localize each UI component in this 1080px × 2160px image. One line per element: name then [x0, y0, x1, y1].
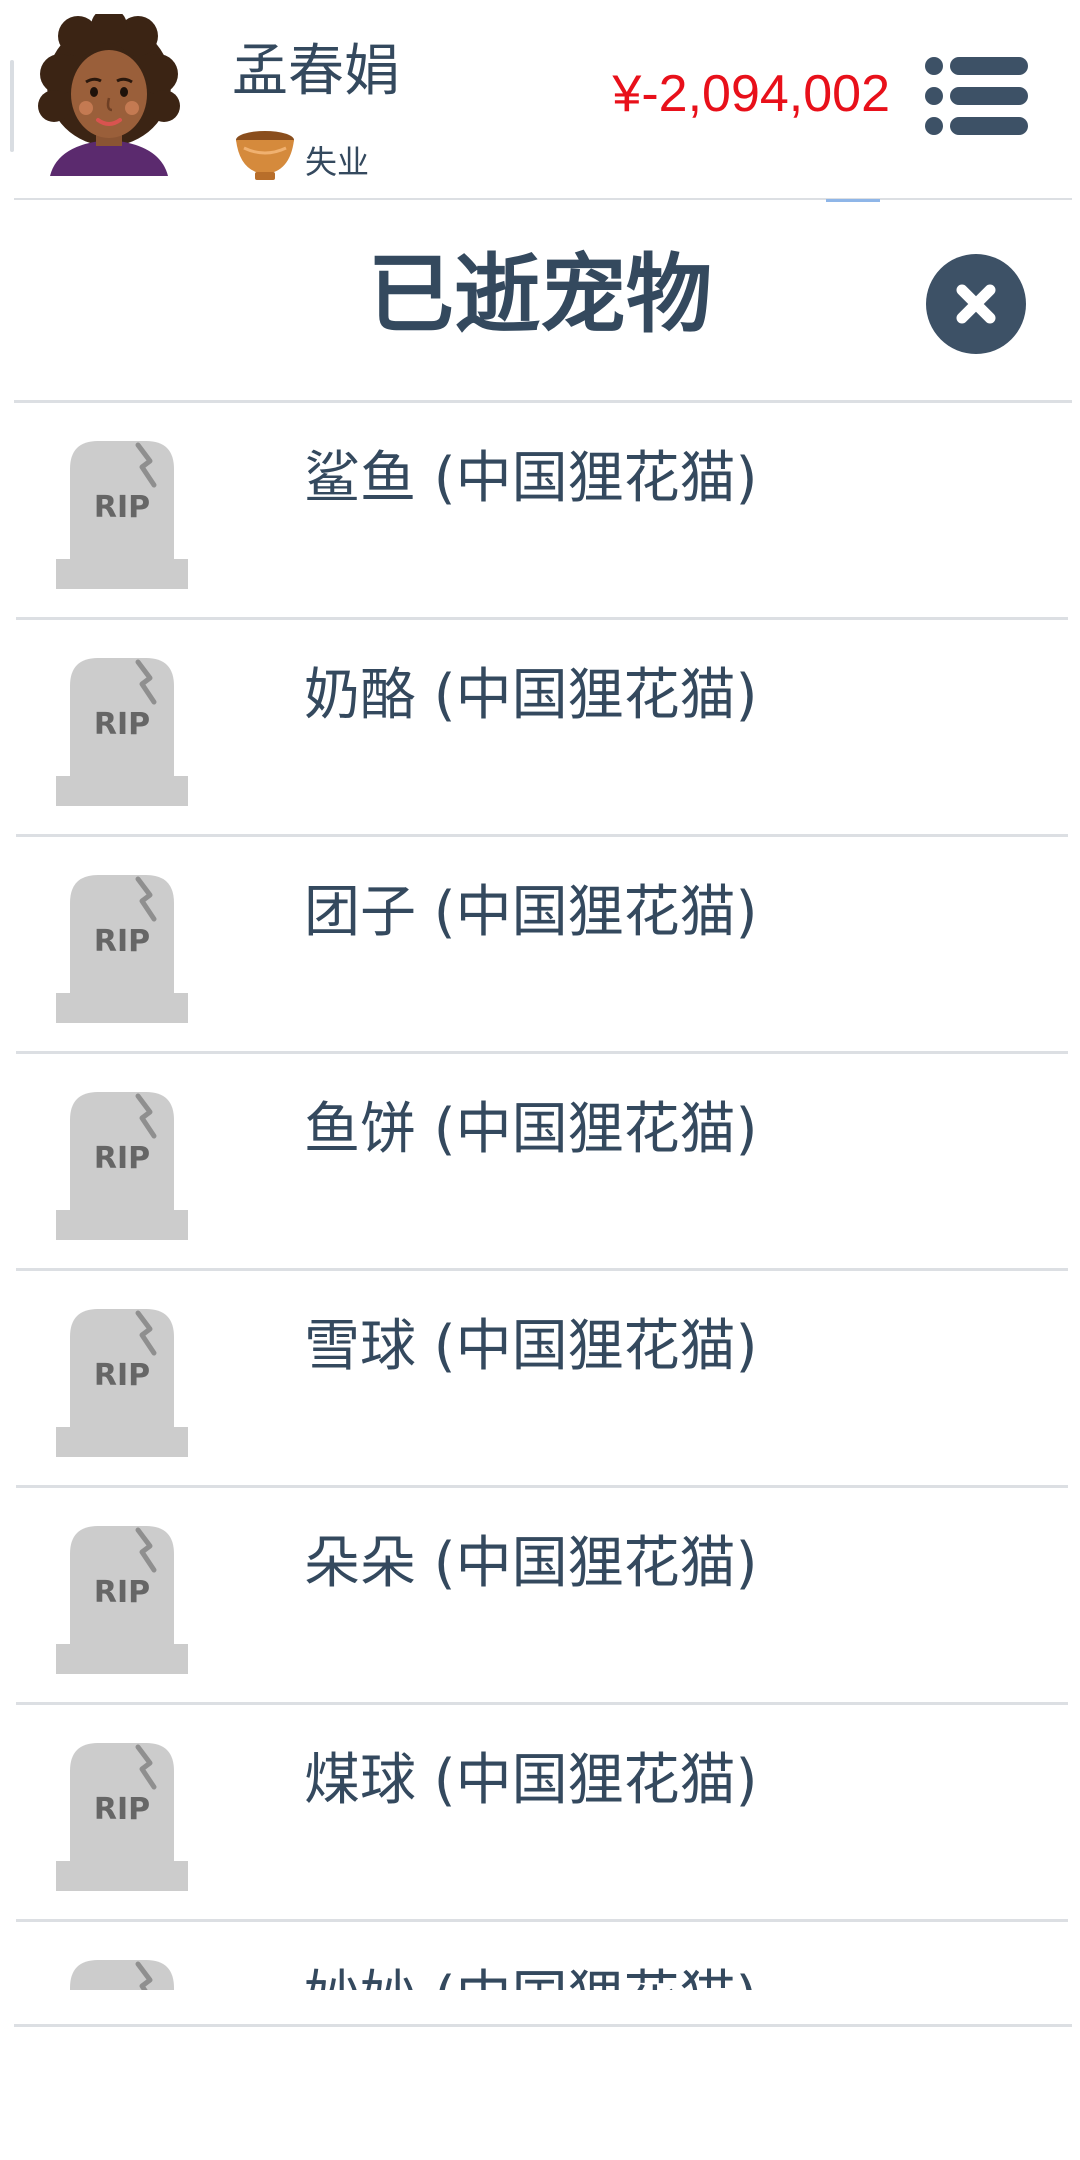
list-item-pet-2[interactable]: RIP 团子 (中国狸花猫) — [0, 837, 1080, 1054]
deceased-pet-list[interactable]: RIP 鲨鱼 (中国狸花猫) RIP 奶酪 (中国狸花猫) RIP 团子 (中国… — [0, 403, 1080, 1990]
list-item-pet-4[interactable]: RIP 雪球 (中国狸花猫) — [0, 1271, 1080, 1488]
pet-name-label: 朵朵 (中国狸花猫) — [304, 1531, 758, 1596]
rip-tombstone-icon: RIP — [56, 441, 188, 589]
money-balance: ¥-2,094,002 — [612, 65, 890, 123]
job-status-label: 失业 — [305, 143, 370, 181]
svg-text:RIP: RIP — [94, 1792, 150, 1827]
menu-button[interactable] — [920, 52, 1030, 140]
list-item-pet-3[interactable]: RIP 鱼饼 (中国狸花猫) — [0, 1054, 1080, 1271]
list-bottom-divider — [14, 2024, 1072, 2027]
top-status-bar: 孟春娟 失业 ¥-2,094,002 — [0, 0, 1080, 197]
dialog-title: 已逝宠物 — [368, 245, 712, 345]
close-button[interactable] — [924, 252, 1028, 356]
avatar[interactable] — [38, 14, 180, 176]
avatar-icon — [38, 14, 180, 176]
list-item-pet-1[interactable]: RIP 奶酪 (中国狸花猫) — [0, 620, 1080, 837]
hamburger-menu-icon — [925, 57, 1028, 135]
list-item-pet-5[interactable]: RIP 朵朵 (中国狸花猫) — [0, 1488, 1080, 1705]
rip-tombstone-icon: RIP — [56, 1309, 188, 1457]
rip-tombstone-icon: RIP — [56, 1092, 188, 1240]
rip-tombstone-icon: RIP — [56, 875, 188, 1023]
header-divider — [14, 198, 1072, 200]
edge-scroll-indicator — [10, 60, 14, 152]
pet-name-label: 雪球 (中国狸花猫) — [304, 1314, 758, 1379]
svg-text:RIP: RIP — [94, 924, 150, 959]
pet-name-label: 鱼饼 (中国狸花猫) — [304, 1097, 758, 1162]
bowl-icon — [234, 126, 296, 184]
list-item-pet-6[interactable]: RIP 煤球 (中国狸花猫) — [0, 1705, 1080, 1922]
svg-text:RIP: RIP — [94, 1141, 150, 1176]
pet-name-label: 鲨鱼 (中国狸花猫) — [304, 446, 758, 511]
list-item-pet-7[interactable]: RIP 妙妙 (中国狸花猫) — [0, 1922, 1080, 1990]
pet-name-label: 煤球 (中国狸花猫) — [304, 1748, 758, 1813]
rip-tombstone-icon: RIP — [56, 1960, 188, 1990]
list-item-pet-0[interactable]: RIP 鲨鱼 (中国狸花猫) — [0, 403, 1080, 620]
svg-text:RIP: RIP — [94, 490, 150, 525]
svg-text:RIP: RIP — [94, 1358, 150, 1393]
player-name: 孟春娟 — [232, 39, 400, 104]
pet-name-label: 妙妙 (中国狸花猫) — [304, 1960, 758, 1990]
rip-tombstone-icon: RIP — [56, 658, 188, 806]
svg-text:RIP: RIP — [94, 1575, 150, 1610]
pet-name-label: 团子 (中国狸花猫) — [304, 880, 758, 945]
svg-text:RIP: RIP — [94, 707, 150, 742]
tab-indicator — [826, 199, 880, 202]
pet-name-label: 奶酪 (中国狸花猫) — [304, 663, 758, 728]
rip-tombstone-icon: RIP — [56, 1526, 188, 1674]
rip-tombstone-icon: RIP — [56, 1743, 188, 1891]
close-icon — [926, 254, 1026, 354]
